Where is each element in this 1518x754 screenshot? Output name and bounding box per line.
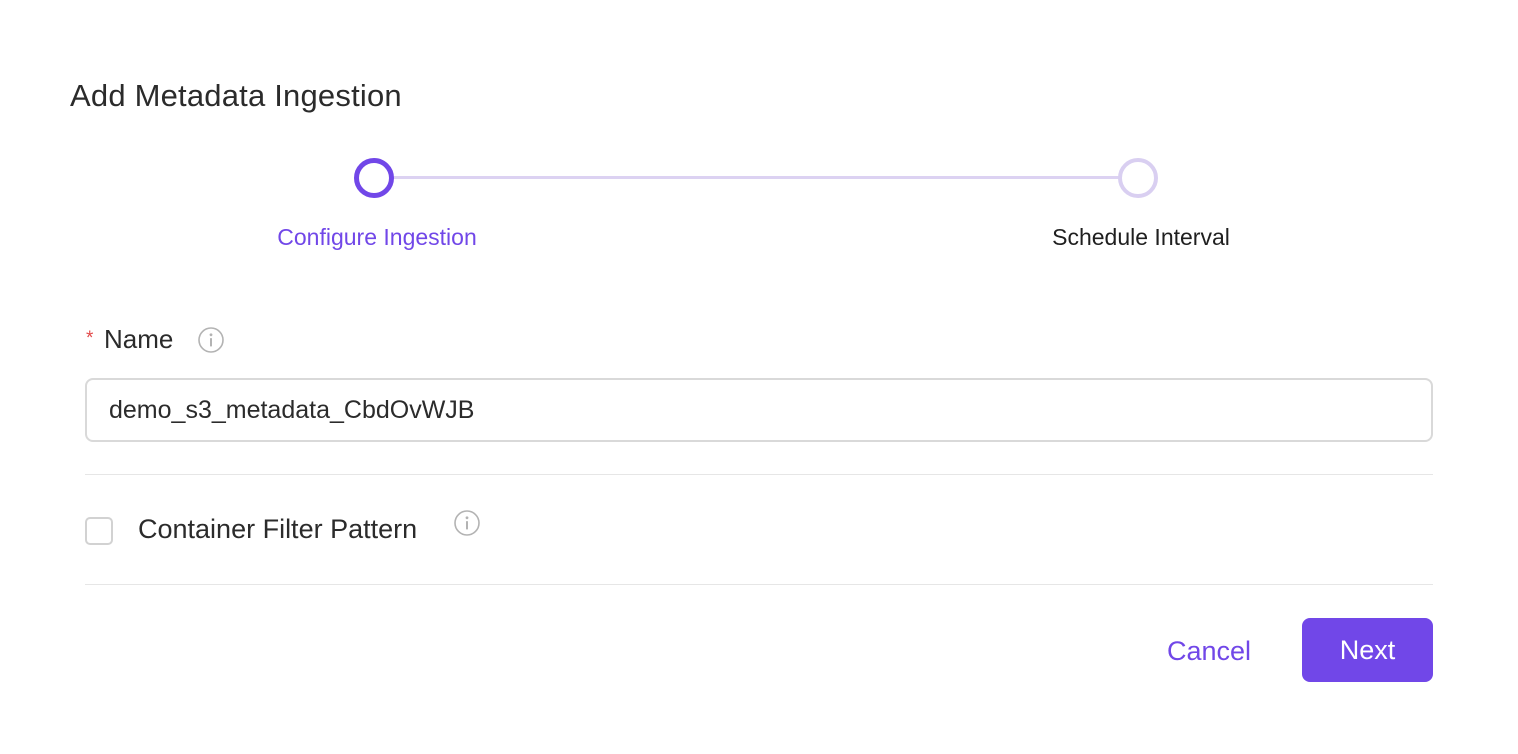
next-button[interactable]: Next: [1302, 618, 1433, 682]
step-schedule-interval-label[interactable]: Schedule Interval: [1052, 224, 1230, 251]
required-marker: *: [86, 328, 94, 349]
info-icon[interactable]: [454, 510, 480, 536]
add-metadata-ingestion-page: Add Metadata Ingestion Configure Ingesti…: [0, 0, 1518, 754]
page-title: Add Metadata Ingestion: [70, 78, 402, 113]
step-configure-ingestion-label[interactable]: Configure Ingestion: [277, 224, 476, 251]
name-input[interactable]: [85, 378, 1433, 442]
step-schedule-interval-dot[interactable]: [1118, 158, 1158, 198]
step-configure-ingestion-dot[interactable]: [354, 158, 394, 198]
stepper-track: [393, 176, 1119, 179]
name-field-label: Name: [104, 324, 174, 354]
container-filter-label[interactable]: Container Filter Pattern: [138, 514, 417, 545]
divider: [85, 584, 1433, 585]
cancel-button[interactable]: Cancel: [1150, 620, 1268, 682]
divider: [85, 474, 1433, 475]
container-filter-checkbox[interactable]: [85, 517, 113, 545]
info-icon[interactable]: [198, 327, 224, 353]
